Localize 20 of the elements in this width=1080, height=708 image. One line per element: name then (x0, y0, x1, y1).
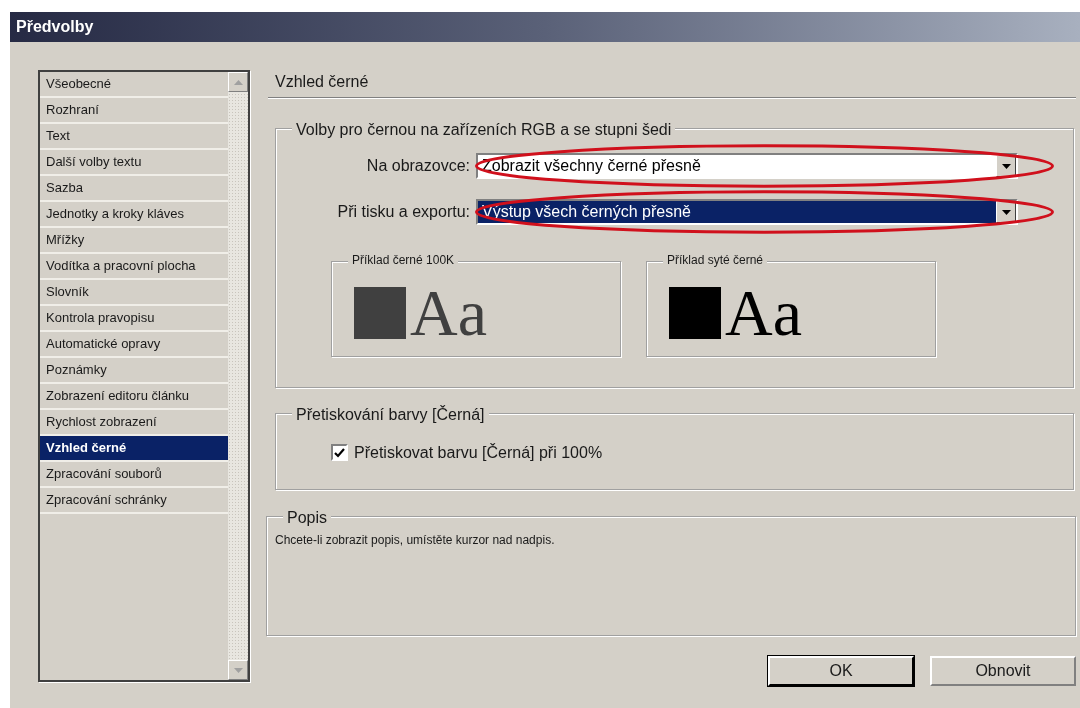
check-icon (334, 447, 345, 458)
scroll-up-button[interactable] (228, 72, 248, 92)
checkbox-label: Přetiskovat barvu [Černá] při 100% (354, 442, 603, 463)
sample-text: Aa (410, 280, 487, 346)
down-arrow-icon (233, 667, 243, 673)
category-item[interactable]: Vzhled černé (40, 436, 228, 462)
checkbox[interactable] (331, 444, 348, 461)
description-text: Chcete-li zobrazit popis, umístěte kurzor nad nadpis. (275, 533, 555, 547)
dialog-button[interactable]: OK (768, 656, 914, 686)
sample-text: Aa (725, 280, 802, 346)
field-label: Při tisku a exportu: (336, 202, 471, 222)
caret-icon (1001, 209, 1011, 215)
up-arrow-icon (233, 79, 243, 85)
dialog-button[interactable]: Obnovit (930, 656, 1076, 686)
scroll-down-button[interactable] (228, 660, 248, 680)
caret-icon (1001, 163, 1011, 169)
window-title: Předvolby (16, 17, 94, 37)
field-label: Na obrazovce: (365, 156, 471, 176)
scrollbar[interactable] (228, 72, 248, 680)
panel-title: Vzhled černé (275, 73, 369, 90)
